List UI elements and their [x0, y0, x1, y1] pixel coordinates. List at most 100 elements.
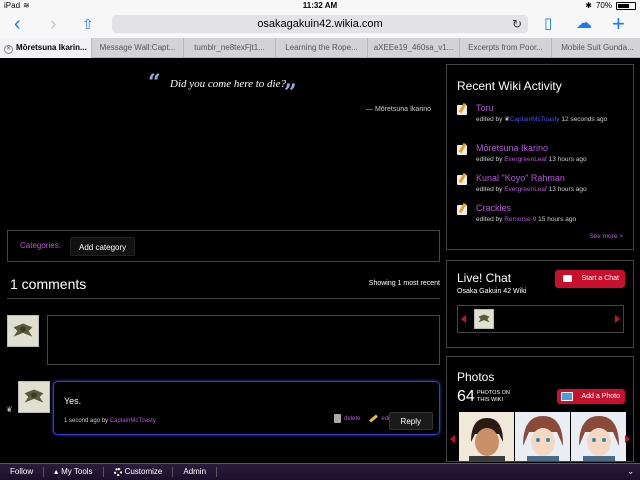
- activity-time: 13 hours ago: [548, 186, 587, 193]
- tab-1[interactable]: Message Wall:Capt...: [92, 38, 184, 58]
- admin-label: Admin: [183, 467, 207, 476]
- share-icon[interactable]: ⇧: [82, 14, 94, 34]
- address-bar[interactable]: osakagakuin42.wikia.com ↻: [112, 15, 528, 33]
- battery-percent: 70%: [595, 1, 612, 10]
- comment-item: Yes. 1 second ago by CaptainMcToasty del…: [53, 381, 440, 435]
- categories-box: Categories: Add category: [7, 230, 440, 262]
- new-tab-plus-icon[interactable]: +: [612, 13, 625, 35]
- gear-icon: [113, 468, 122, 476]
- tab-5[interactable]: Excerpts from Poor...: [460, 38, 552, 58]
- photos-title: Photos: [457, 370, 495, 384]
- my-tools-menu[interactable]: ▴ My Tools: [44, 467, 104, 477]
- avatar[interactable]: [474, 309, 494, 329]
- photo-thumbnail[interactable]: [571, 412, 626, 461]
- tab-0[interactable]: ✕ Mōretsuna Ikarin...: [0, 38, 92, 58]
- comment-time: 1 second ago by: [64, 418, 109, 424]
- wing-badge-icon: ❦: [6, 405, 13, 414]
- photos-module: Photos 64 PHOTOS ON THIS WIKI Add a Phot…: [446, 356, 634, 462]
- comment-actions: delete edit: [334, 414, 391, 423]
- collapse-toolbar-icon[interactable]: ⌄: [627, 467, 634, 476]
- pencil-icon[interactable]: [369, 414, 379, 423]
- open-quote-icon: “: [148, 70, 161, 96]
- activity-user-link[interactable]: CaptainMcToasty: [510, 116, 560, 123]
- tab-6[interactable]: Mobile Suit Gunda...: [552, 38, 640, 58]
- activity-time: 13 hours ago: [548, 156, 587, 163]
- activity-time: 12 seconds ago: [561, 116, 608, 123]
- tab-label: aXEEe19_460sa_v1...: [373, 43, 454, 52]
- chat-bubble-icon: [563, 275, 572, 282]
- activity-edited-by: edited by: [476, 116, 503, 123]
- activity-page-link[interactable]: Mōretsuna Ikarino: [476, 143, 548, 153]
- photo-count-label: PHOTOS ON THIS WIKI: [477, 390, 510, 403]
- start-chat-button[interactable]: Start a Chat: [555, 270, 625, 288]
- carousel-left-arrow-icon[interactable]: [461, 315, 466, 323]
- carousel-left-arrow-icon[interactable]: [450, 435, 455, 443]
- delete-link[interactable]: delete: [344, 416, 360, 422]
- character-portrait-icon: [571, 412, 626, 461]
- activity-time: 15 hours ago: [538, 216, 577, 223]
- chat-users-carousel: [457, 305, 624, 333]
- comment-author-link[interactable]: CaptainMcToasty: [110, 418, 156, 424]
- trash-icon[interactable]: [334, 414, 341, 423]
- back-chevron-icon[interactable]: ‹: [14, 14, 21, 34]
- cloud-tabs-icon[interactable]: ☁: [576, 14, 592, 34]
- activity-user-link[interactable]: EvergreenLeaf: [504, 156, 547, 163]
- edit-page-icon: [457, 205, 467, 215]
- activity-user-link[interactable]: Remorse-9: [504, 216, 536, 223]
- customize-button[interactable]: Customize: [104, 467, 174, 477]
- activity-edited-by: edited by: [476, 186, 503, 193]
- photo-thumbnail[interactable]: [459, 412, 514, 461]
- add-photo-button[interactable]: Add a Photo: [557, 389, 625, 404]
- activity-user-link[interactable]: EvergreenLeaf: [504, 186, 547, 193]
- tab-label: Learning the Rope...: [285, 43, 358, 52]
- tab-label: Mōretsuna Ikarin...: [16, 43, 87, 52]
- status-bar: iPad ≋ 11:32 AM ✱ 70%: [0, 0, 640, 12]
- see-more-link[interactable]: See more >: [589, 233, 623, 240]
- my-tools-label: My Tools: [61, 467, 93, 476]
- winged-emblem-icon: [8, 316, 38, 346]
- reload-icon[interactable]: ↻: [512, 15, 522, 33]
- winged-emblem-icon: [475, 310, 493, 328]
- tab-3[interactable]: Learning the Rope...: [276, 38, 368, 58]
- add-category-button[interactable]: Add category: [70, 237, 136, 256]
- carousel-right-arrow-icon[interactable]: [615, 315, 620, 323]
- tab-2[interactable]: tumblr_ne8texFjt1...: [184, 38, 276, 58]
- browser-toolbar: ‹ › ⇧ osakagakuin42.wikia.com ↻ ▯ ☁ +: [0, 12, 640, 38]
- new-comment-input[interactable]: [47, 315, 440, 365]
- comments-showing-count: Showing 1 most recent: [368, 280, 440, 287]
- follow-button[interactable]: Follow: [0, 467, 45, 477]
- tab-strip: ✕ Mōretsuna Ikarin... Message Wall:Capt..…: [0, 38, 640, 58]
- add-photo-label: Add a Photo: [581, 393, 620, 400]
- character-portrait-icon: [459, 412, 514, 461]
- activity-edited-by: edited by: [476, 156, 503, 163]
- bookmarks-icon[interactable]: ▯: [544, 14, 552, 34]
- avatar[interactable]: [7, 315, 39, 347]
- follow-label: Follow: [10, 467, 34, 476]
- categories-link[interactable]: Categories:: [20, 241, 61, 250]
- photo-thumbnail[interactable]: [515, 412, 570, 461]
- wikia-toolbar: Follow ▴ My Tools Customize Admin ⌄: [0, 463, 640, 480]
- tab-label: tumblr_ne8texFjt1...: [194, 43, 265, 52]
- bluetooth-icon: ✱: [585, 1, 592, 10]
- caret-up-icon: ▴: [54, 467, 59, 476]
- url-text: osakagakuin42.wikia.com: [257, 18, 383, 30]
- quote-text: Did you come here to die?: [170, 78, 286, 90]
- character-portrait-icon: [515, 412, 570, 461]
- activity-edited-by: edited by: [476, 216, 503, 223]
- avatar[interactable]: [18, 381, 50, 413]
- admin-link[interactable]: Admin: [173, 467, 218, 477]
- close-quote-icon: ”: [284, 80, 297, 106]
- carousel-right-arrow-icon[interactable]: [625, 435, 630, 443]
- activity-page-link[interactable]: Kunal "Koyo" Rahman: [476, 173, 565, 183]
- reply-button[interactable]: Reply: [388, 412, 433, 430]
- edit-page-icon: [457, 105, 467, 115]
- edit-page-icon: [457, 145, 467, 155]
- activity-page-link[interactable]: Crackles: [476, 203, 511, 213]
- divider: [7, 298, 440, 299]
- battery-level-fill: [618, 3, 630, 8]
- close-tab-icon[interactable]: ✕: [4, 45, 13, 54]
- comment-meta: 1 second ago by CaptainMcToasty: [64, 418, 156, 424]
- tab-4[interactable]: aXEEe19_460sa_v1...: [368, 38, 460, 58]
- activity-page-link[interactable]: Toru: [476, 103, 494, 113]
- forward-chevron-icon[interactable]: ›: [50, 14, 57, 34]
